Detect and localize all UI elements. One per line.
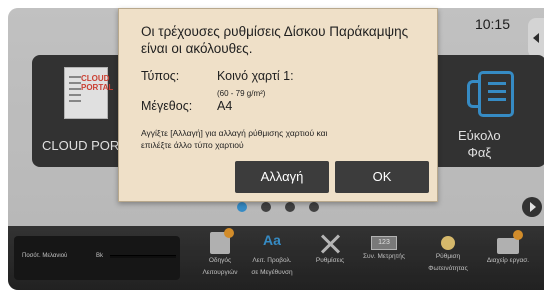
bypass-tray-dialog: Οι τρέχουσες ρυθμίσεις Δίσκου Παράκαμψης… [118,8,438,202]
size-label: Μέγεθος: [141,99,193,113]
type-value: Κοινό χαρτί 1: [217,69,294,83]
type-label: Τύπος: [141,69,180,83]
ok-button[interactable]: OK [335,161,429,193]
type-weight-range: (60 - 79 g/m²) [217,89,266,98]
change-button[interactable]: Αλλαγή [235,161,329,193]
dialog-note: Αγγίξτε [Αλλαγή] για αλλαγή ρύθμισης χαρ… [141,128,328,150]
dialog-message: Οι τρέχουσες ρυθμίσεις Δίσκου Παράκαμψης… [141,24,409,56]
size-value: A4 [217,99,233,113]
